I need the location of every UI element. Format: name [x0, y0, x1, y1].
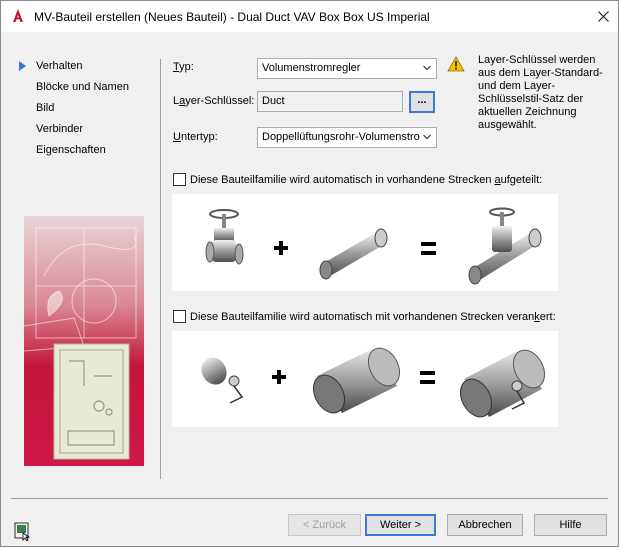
- wizard-side-image: [24, 216, 144, 466]
- chevron-down-icon: [423, 65, 431, 71]
- auto-split-option[interactable]: Diese Bauteilfamilie wird automatisch in…: [173, 173, 542, 186]
- auto-anchor-illustration: [172, 331, 558, 427]
- untertyp-label: Untertyp:: [173, 131, 218, 143]
- close-icon: [597, 11, 609, 22]
- window-title: MV-Bauteil erstellen (Neues Bauteil) - D…: [34, 10, 430, 24]
- typ-select[interactable]: Volumenstromregler: [257, 58, 437, 79]
- warning-icon: [447, 56, 465, 72]
- valve-figure: [205, 209, 244, 265]
- vertical-separator: [160, 59, 161, 479]
- layer-schluessel-value: Duct: [262, 95, 285, 107]
- info-text: Layer-Schlüssel werden aus dem Layer-Sta…: [478, 54, 603, 131]
- autocad-logo-icon: [13, 9, 23, 22]
- wizard-nav: Verhalten Blöcke und Namen Bild Verbinde…: [19, 57, 149, 162]
- auto-split-label: Diese Bauteilfamilie wird automatisch in…: [190, 173, 543, 186]
- untertyp-select-value: Doppellüftungsrohr-Volumenstro: [262, 131, 420, 143]
- auto-anchor-checkbox[interactable]: [173, 310, 186, 323]
- nav-item-label: Verbinder: [36, 123, 84, 135]
- horizontal-separator: [11, 498, 608, 499]
- back-button[interactable]: < Zurück: [288, 514, 361, 536]
- title-bar: MV-Bauteil erstellen (Neues Bauteil) - D…: [1, 1, 618, 32]
- cylinder-figure: [312, 347, 401, 414]
- current-step-arrow-icon: [19, 61, 26, 71]
- nav-item-bloecke-und-namen[interactable]: Blöcke und Namen: [19, 78, 149, 99]
- help-button[interactable]: Hilfe: [534, 514, 607, 536]
- nav-item-label: Blöcke und Namen: [36, 81, 129, 93]
- nav-item-bild[interactable]: Bild: [19, 99, 149, 120]
- anchored-cylinder-figure: [459, 349, 546, 418]
- nav-item-label: Eigenschaften: [36, 144, 106, 156]
- auto-anchor-option[interactable]: Diese Bauteilfamilie wird automatisch mi…: [173, 310, 556, 323]
- equals-sign: [420, 371, 435, 384]
- layer-schluessel-label: Layer-Schlüssel:: [173, 95, 255, 107]
- equals-sign: [421, 242, 436, 255]
- cancel-button[interactable]: Abbrechen: [447, 514, 523, 536]
- nav-item-eigenschaften[interactable]: Eigenschaften: [19, 141, 149, 162]
- untertyp-select[interactable]: Doppellüftungsrohr-Volumenstro: [257, 127, 437, 148]
- plus-sign: [272, 370, 286, 384]
- nav-item-verbinder[interactable]: Verbinder: [19, 120, 149, 141]
- auto-split-checkbox[interactable]: [173, 173, 186, 186]
- nav-item-verhalten[interactable]: Verhalten: [19, 57, 149, 78]
- valve-in-pipe-figure: [468, 207, 542, 285]
- layer-schluessel-field[interactable]: Duct: [257, 91, 403, 112]
- dialog-window: MV-Bauteil erstellen (Neues Bauteil) - D…: [0, 0, 619, 547]
- close-button[interactable]: [588, 1, 618, 32]
- help-book-icon[interactable]: [12, 520, 33, 541]
- nav-item-label: Bild: [36, 102, 55, 114]
- auto-split-illustration: [172, 194, 558, 291]
- plus-sign: [274, 241, 288, 255]
- browse-layer-button[interactable]: ...: [409, 91, 435, 113]
- auto-anchor-label: Diese Bauteilfamilie wird automatisch mi…: [190, 310, 556, 323]
- nav-item-label: Verhalten: [36, 60, 83, 72]
- typ-select-value: Volumenstromregler: [262, 62, 361, 74]
- sensor-figure: [201, 357, 244, 404]
- next-button[interactable]: Weiter >: [365, 514, 436, 536]
- pipe-figure: [319, 228, 388, 280]
- typ-label: Typ:: [173, 61, 194, 73]
- chevron-down-icon: [423, 134, 431, 140]
